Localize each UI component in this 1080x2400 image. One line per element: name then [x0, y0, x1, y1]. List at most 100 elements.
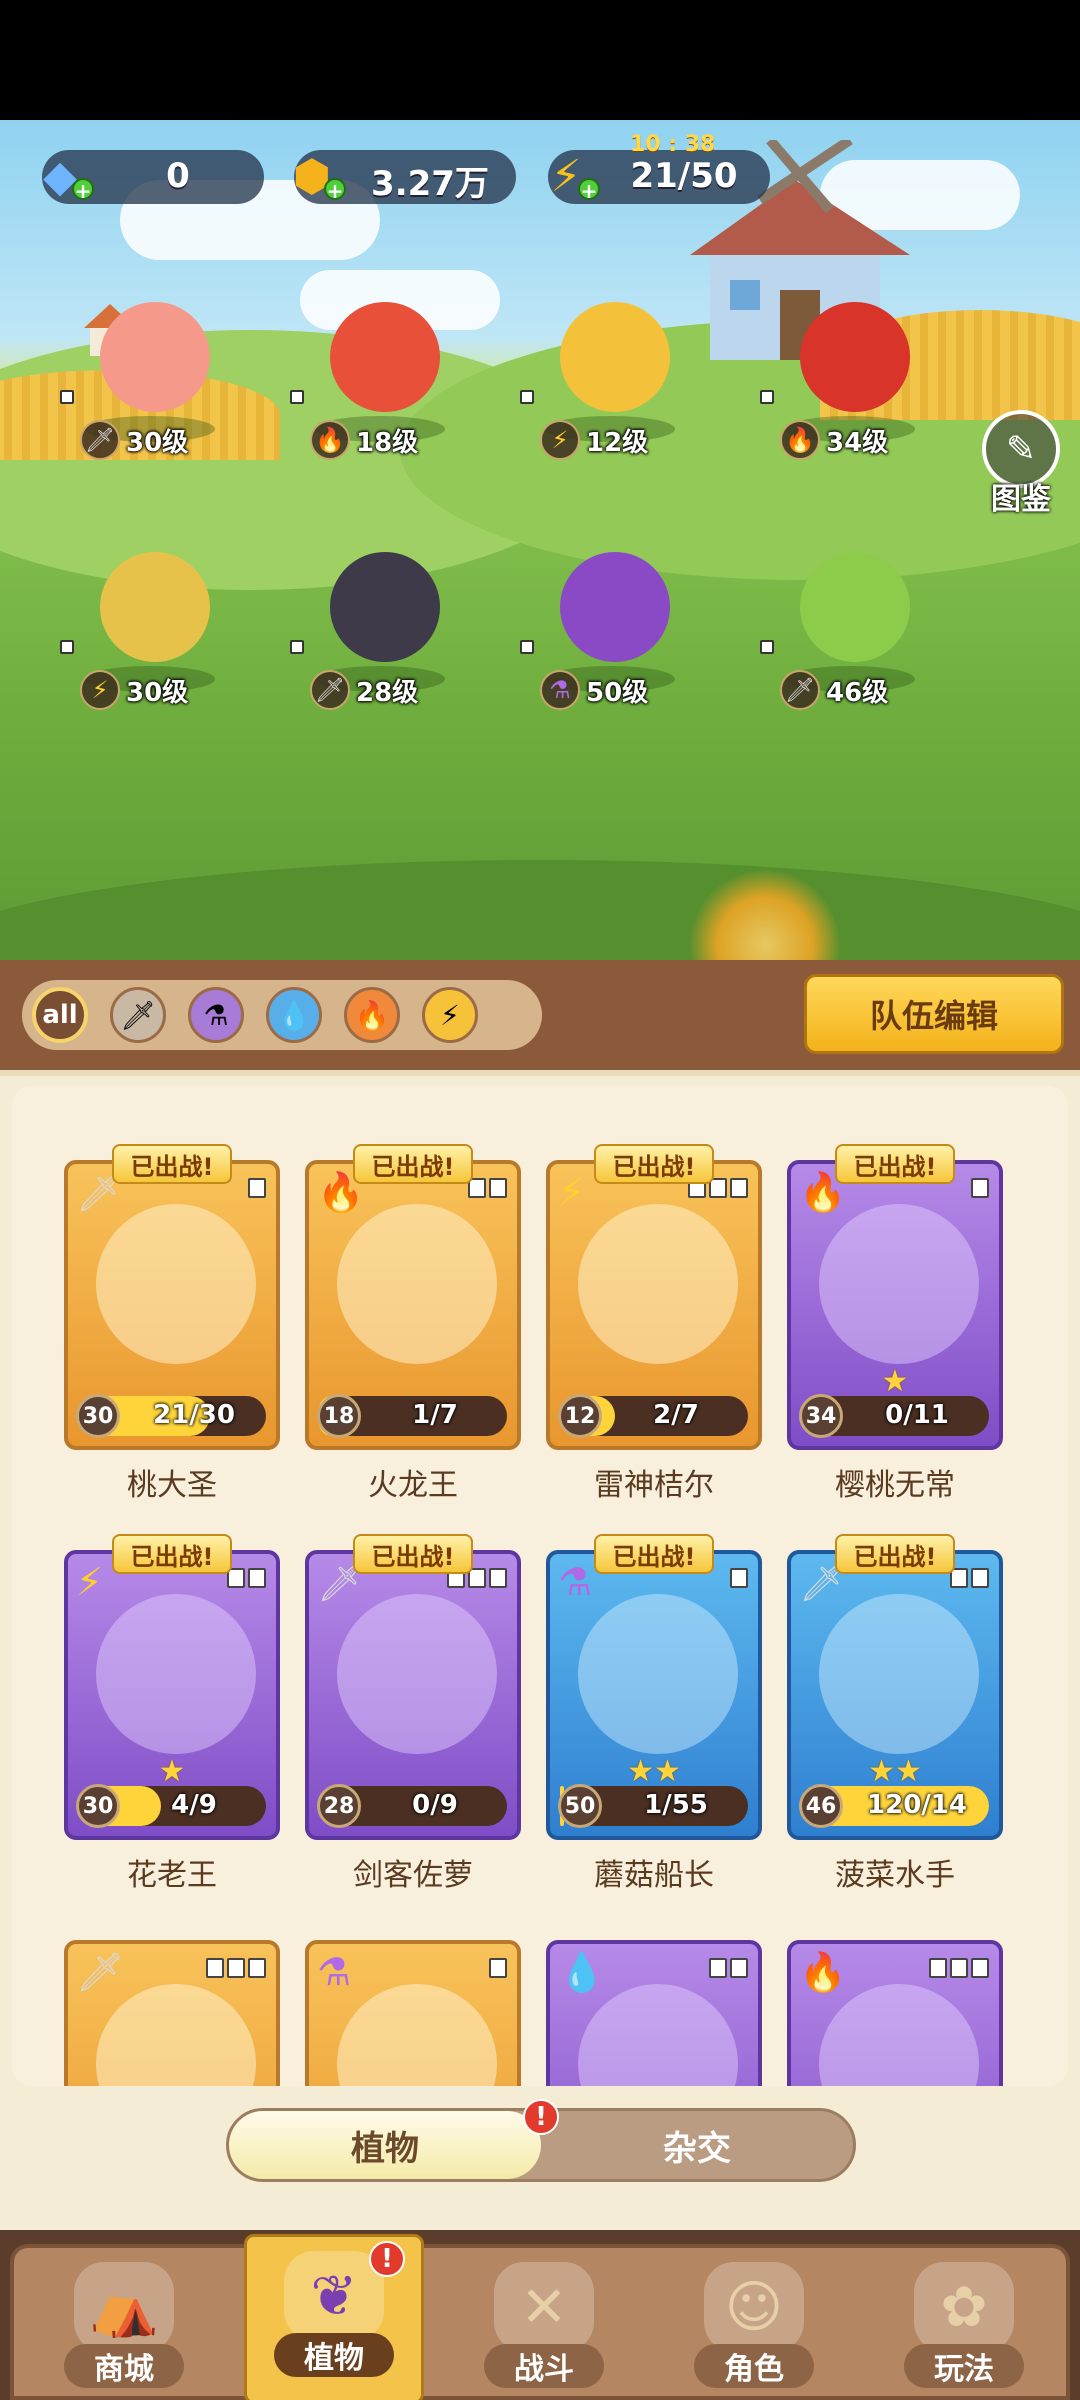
plant-figure — [800, 552, 910, 662]
plant-level: ⚡ 30级 — [80, 670, 188, 710]
team-scene: ✎ 图鉴 🗡 30级 🔥 18级 ⚡ 12级 🔥 34级 ⚡ 30级 🗡 28级 ⚗ 50级 🗡 46级 — [0, 120, 1080, 960]
progress-bar: 46 120/14 — [799, 1784, 989, 1828]
plant-card[interactable]: 💧 — [546, 1940, 762, 2086]
nav-gameplay[interactable]: ✿ 玩法 — [874, 2248, 1054, 2400]
add-coins-icon[interactable]: + — [324, 178, 346, 202]
status-bar — [0, 0, 1080, 120]
plant-name: 樱桃无常 — [835, 1468, 955, 1503]
game-screen: ✎ 图鉴 🗡 30级 🔥 18级 ⚡ 12级 🔥 34级 ⚡ 30级 🗡 28级 ⚗ 50级 🗡 46级 ◆ … — [0, 0, 1080, 2400]
filter-potion-button[interactable]: ⚗ — [188, 987, 244, 1043]
coin-counter[interactable]: ⬢ + 3.27万 — [293, 150, 516, 204]
team-plant[interactable]: 🔥 34级 — [750, 290, 950, 460]
plant-portrait — [819, 1594, 979, 1754]
slot-marker — [760, 640, 774, 654]
nav-battle[interactable]: ✕ 战斗 — [454, 2248, 634, 2400]
plant-grid[interactable]: 已出战! 🗡 30 21/30 桃大圣 已出战! 🔥 18 1/7 火龙王 已出战! ⚡ 12 2/7 雷神… — [12, 1086, 1068, 2086]
plant-portrait — [96, 1594, 256, 1754]
energy-timer: 10 : 38 — [630, 132, 716, 157]
plant-card[interactable]: 已出战! 🗡 ★★ 46 120/14 菠菜水手 — [787, 1534, 1003, 1893]
plant-card[interactable]: 已出战! ⚡ 12 2/7 雷神桔尔 — [546, 1144, 762, 1503]
plant-card[interactable]: 已出战! 🔥 ★ 34 0/11 樱桃无常 — [787, 1144, 1003, 1503]
filter-sword-button[interactable]: 🗡 — [110, 987, 166, 1043]
level-badge: 46 — [799, 1784, 843, 1828]
gem-counter[interactable]: ◆ + 0 — [42, 150, 264, 204]
plant-portrait — [337, 1984, 497, 2086]
grass-foreground — [0, 860, 1080, 960]
plant-collection-panel: 已出战! 🗡 30 21/30 桃大圣 已出战! 🔥 18 1/7 火龙王 已出战! ⚡ 12 2/7 雷神… — [0, 1070, 1080, 2230]
filter-water-button[interactable]: 💧 — [266, 987, 322, 1043]
sword-icon: 🗡 — [780, 670, 820, 710]
progress-text: 2/7 — [653, 1400, 699, 1430]
alert-badge: ! — [369, 2241, 405, 2277]
level-badge: 12 — [558, 1394, 602, 1438]
filter-fire-button[interactable]: 🔥 — [344, 987, 400, 1043]
team-edit-button[interactable]: 队伍编辑 — [804, 974, 1064, 1054]
plant-portrait — [96, 1204, 256, 1364]
plant-figure — [100, 302, 210, 412]
slot-marker — [60, 640, 74, 654]
plant-name: 花老王 — [127, 1858, 217, 1893]
nav-shop[interactable]: ⛺ 商城 — [34, 2248, 214, 2400]
plant-card[interactable]: 已出战! 🔥 18 1/7 火龙王 — [305, 1144, 521, 1503]
plant-portrait — [578, 1594, 738, 1754]
card-face: 🔥 — [787, 1940, 1003, 2086]
plant-card[interactable]: 🗡 — [64, 1940, 280, 2086]
plant-portrait — [96, 1984, 256, 2086]
add-energy-icon[interactable]: + — [578, 178, 600, 202]
team-plant[interactable]: ⚡ 12级 — [510, 290, 710, 460]
add-gems-icon[interactable]: + — [72, 178, 94, 202]
plant-portrait — [819, 1984, 979, 2086]
progress-text: 21/30 — [153, 1400, 235, 1430]
level-badge: 30 — [76, 1784, 120, 1828]
progress-text: 120/14 — [867, 1790, 967, 1820]
deployed-badge: 已出战! — [594, 1534, 714, 1574]
slot-marker — [60, 390, 74, 404]
slot-marker — [520, 640, 534, 654]
plant-level: 🗡 28级 — [310, 670, 418, 710]
plant-name: 火龙王 — [368, 1468, 458, 1503]
team-plant[interactable]: 🔥 18级 — [280, 290, 480, 460]
bottom-nav-bar: ⛺ 商城 ❦ 植物! ✕ 战斗 ☺ 角色 ✿ 玩法 — [10, 2234, 1070, 2400]
team-plant[interactable]: 🗡 46级 — [750, 540, 950, 710]
nav-label: 植物 — [274, 2333, 394, 2377]
plant-card[interactable]: 已出战! 🗡 28 0/9 剑客佐萝 — [305, 1534, 521, 1893]
nav-character[interactable]: ☺ 角色 — [664, 2248, 844, 2400]
energy-counter[interactable]: 10 : 38 ⚡ + 21/50 — [548, 132, 770, 204]
plant-figure — [560, 302, 670, 412]
plant-card[interactable]: 已出战! ⚗ ★★ 50 1/55 蘑菇船长 — [546, 1534, 762, 1893]
slot-indicator — [489, 1958, 507, 1980]
deployed-badge: 已出战! — [835, 1534, 955, 1574]
plant-card[interactable]: ⚗ — [305, 1940, 521, 2086]
team-plant[interactable]: 🗡 30级 — [50, 290, 250, 460]
plant-level-label: 30级 — [126, 677, 189, 708]
sword-icon: 🗡 — [310, 670, 350, 710]
sword-icon: 🗡 — [80, 420, 120, 460]
plant-portrait — [819, 1204, 979, 1364]
element-filters: all 🗡 ⚗ 💧 🔥 ⚡ — [22, 980, 542, 1050]
team-plant[interactable]: ⚗ 50级 — [510, 540, 710, 710]
plant-card[interactable]: 已出战! ⚡ ★ 30 4/9 花老王 — [64, 1534, 280, 1893]
nav-plants[interactable]: ❦ 植物! — [244, 2234, 424, 2400]
slot-indicator — [227, 1568, 266, 1590]
plant-figure — [100, 552, 210, 662]
progress-bar: 28 0/9 — [317, 1784, 507, 1828]
potion-icon: ⚗ — [558, 1560, 593, 1604]
tab-plants[interactable]: 植物 — [229, 2111, 541, 2179]
team-plant[interactable]: 🗡 28级 — [280, 540, 480, 710]
level-badge: 50 — [558, 1784, 602, 1828]
plant-level: ⚗ 50级 — [540, 670, 648, 710]
team-plant[interactable]: ⚡ 30级 — [50, 540, 250, 710]
plant-figure — [560, 552, 670, 662]
tab-hybrid[interactable]: 杂交 — [541, 2111, 853, 2179]
plant-card[interactable]: 🔥 — [787, 1940, 1003, 2086]
codex-button[interactable]: ✎ 图鉴 — [976, 410, 1066, 517]
filter-lightning-button[interactable]: ⚡ — [422, 987, 478, 1043]
plant-portrait — [578, 1204, 738, 1364]
filter-all-button[interactable]: all — [32, 987, 88, 1043]
deployed-badge: 已出战! — [112, 1534, 232, 1574]
progress-bar: 18 1/7 — [317, 1394, 507, 1438]
plant-card[interactable]: 已出战! 🗡 30 21/30 桃大圣 — [64, 1144, 280, 1503]
card-face: 💧 — [546, 1940, 762, 2086]
coin-value: 3.27万 — [371, 164, 489, 204]
plant-level: 🔥 18级 — [310, 420, 418, 460]
